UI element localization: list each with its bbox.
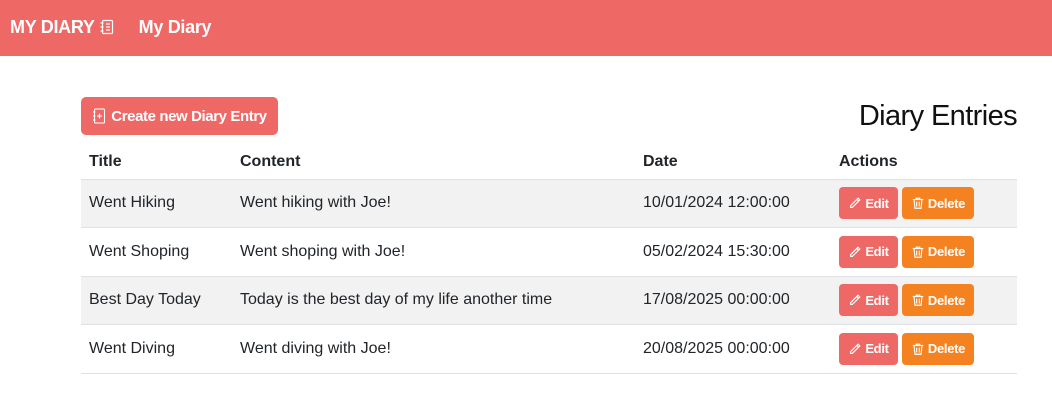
pencil-icon <box>850 246 861 257</box>
trash-icon <box>912 294 924 307</box>
cell-date: 10/01/2024 12:00:00 <box>635 179 831 228</box>
cell-actions: Edit Delete <box>831 227 1017 277</box>
cell-title: Best Day Today <box>81 276 232 325</box>
edit-label: Edit <box>865 195 889 211</box>
delete-label: Delete <box>927 341 966 357</box>
table-row: Went Hiking Went hiking with Joe! 10/01/… <box>81 179 1017 228</box>
edit-label: Edit <box>865 341 889 357</box>
delete-button[interactable]: Delete <box>902 332 974 365</box>
cell-date: 17/08/2025 00:00:00 <box>635 276 831 325</box>
delete-button[interactable]: Delete <box>902 235 974 268</box>
brand[interactable]: MY DIARY <box>10 17 115 38</box>
table-row: Best Day Today Today is the best day of … <box>81 276 1017 325</box>
header-date: Date <box>635 144 831 180</box>
table-row: Went Diving Went diving with Joe! 20/08/… <box>81 324 1017 374</box>
edit-button[interactable]: Edit <box>839 187 898 220</box>
cell-actions: Edit Delete <box>831 179 1017 228</box>
cell-date: 20/08/2025 00:00:00 <box>635 324 831 374</box>
trash-icon <box>912 197 924 210</box>
diary-entries-table: Title Content Date Actions Went Hiking W… <box>81 144 1017 374</box>
table-header-row: Title Content Date Actions <box>81 144 1017 180</box>
pencil-icon <box>850 343 861 354</box>
cell-date: 05/02/2024 15:30:00 <box>635 227 831 277</box>
edit-button[interactable]: Edit <box>839 332 898 365</box>
header-content: Content <box>232 144 635 180</box>
cell-content: Went hiking with Joe! <box>232 179 635 228</box>
table-row: Went Shoping Went shoping with Joe! 05/0… <box>81 227 1017 277</box>
trash-icon <box>912 246 924 258</box>
journal-plus-icon <box>92 108 106 124</box>
edit-label: Edit <box>865 292 889 308</box>
pencil-icon <box>850 197 861 209</box>
nav-link-my-diary[interactable]: My Diary <box>139 17 212 38</box>
edit-label: Edit <box>865 244 889 260</box>
page-title: Diary Entries <box>858 100 1018 132</box>
delete-label: Delete <box>927 292 966 308</box>
cell-content: Went diving with Joe! <box>232 324 635 374</box>
create-entry-button[interactable]: Create new Diary Entry <box>81 97 278 135</box>
trash-icon <box>912 343 924 355</box>
delete-label: Delete <box>927 195 966 211</box>
header-title: Title <box>81 144 232 180</box>
navbar: MY DIARY My Diary <box>0 0 1052 56</box>
cell-title: Went Shoping <box>81 227 232 277</box>
cell-title: Went Diving <box>81 324 232 374</box>
cell-content: Today is the best day of my life another… <box>232 276 635 325</box>
journal-icon <box>99 19 115 35</box>
header-actions: Actions <box>831 144 1017 180</box>
edit-button[interactable]: Edit <box>839 235 898 268</box>
delete-button[interactable]: Delete <box>902 284 974 317</box>
cell-content: Went shoping with Joe! <box>232 227 635 277</box>
edit-button[interactable]: Edit <box>839 284 898 317</box>
cell-actions: Edit Delete <box>831 276 1017 325</box>
cell-title: Went Hiking <box>81 179 232 228</box>
brand-label: MY DIARY <box>10 16 95 37</box>
pencil-icon <box>850 294 861 306</box>
create-entry-label: Create new Diary Entry <box>111 107 267 125</box>
delete-button[interactable]: Delete <box>902 187 974 220</box>
delete-label: Delete <box>927 244 966 260</box>
cell-actions: Edit Delete <box>831 324 1017 374</box>
